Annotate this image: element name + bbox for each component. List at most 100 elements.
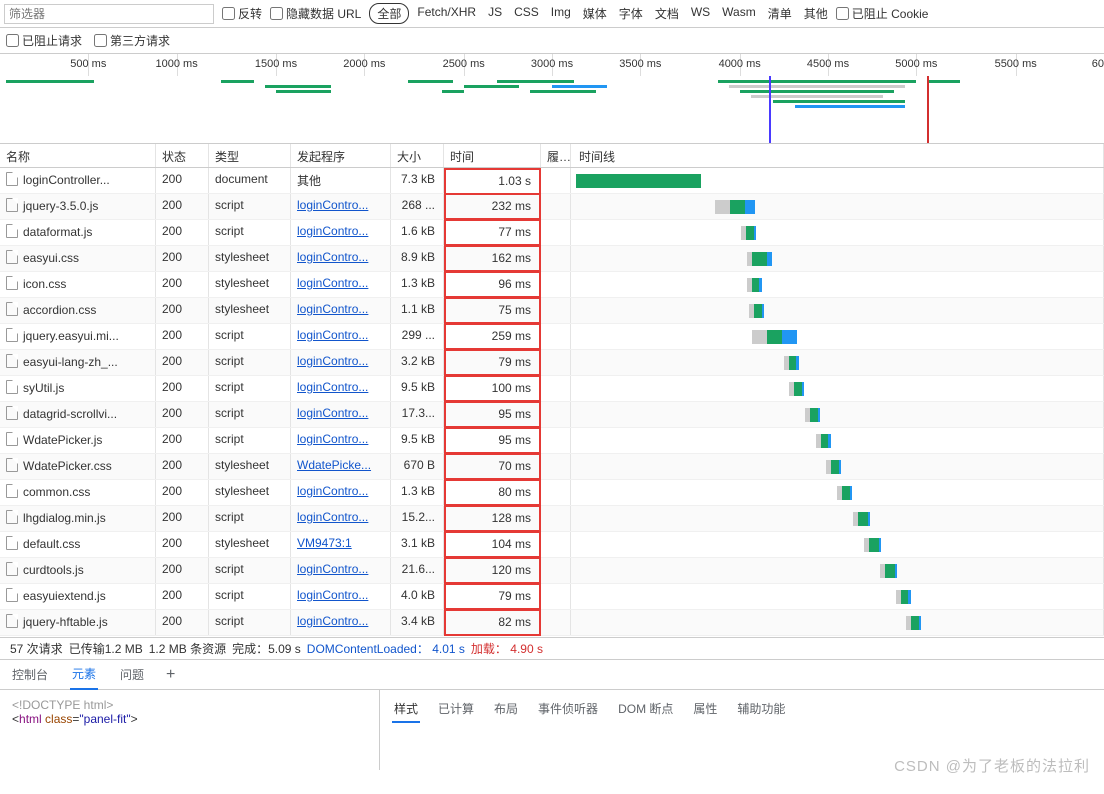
waterfall-bar	[576, 174, 701, 188]
table-row[interactable]: syUtil.js200scriptloginContro...9.5 kB10…	[0, 376, 1104, 402]
cell-name: WdatePicker.css	[0, 454, 156, 479]
style-tab-3[interactable]: 事件侦听器	[536, 696, 600, 721]
cell-size: 9.5 kB	[391, 376, 444, 401]
filter-type-Fetch/XHR[interactable]: Fetch/XHR	[417, 5, 476, 22]
table-row[interactable]: loginController...200document其他7.3 kB1.0…	[0, 168, 1104, 194]
tab-issues[interactable]: 问题	[118, 660, 146, 689]
initiator-link[interactable]: loginContro...	[297, 406, 368, 420]
cell-name: icon.css	[0, 272, 156, 297]
initiator-link[interactable]: loginContro...	[297, 250, 368, 264]
hide-data-checkbox[interactable]: 隐藏数据 URL	[270, 5, 361, 22]
initiator-link[interactable]: VM9473:1	[297, 536, 352, 550]
cell-initiator: WdatePicke...	[291, 454, 391, 479]
cell-name: common.css	[0, 480, 156, 505]
file-icon	[6, 380, 18, 394]
style-tab-5[interactable]: 属性	[691, 696, 719, 721]
header-initiator[interactable]: 发起程序	[291, 144, 391, 167]
cell-wf	[541, 480, 571, 505]
cell-size: 9.5 kB	[391, 428, 444, 453]
initiator-link[interactable]: WdatePicke...	[297, 458, 371, 472]
table-row[interactable]: jquery.easyui.mi...200scriptloginContro.…	[0, 324, 1104, 350]
table-row[interactable]: WdatePicker.css200stylesheetWdatePicke..…	[0, 454, 1104, 480]
timeline-overview[interactable]: 500 ms1000 ms1500 ms2000 ms2500 ms3000 m…	[0, 54, 1104, 144]
cell-type: script	[209, 376, 291, 401]
style-tab-2[interactable]: 布局	[492, 696, 520, 721]
filter-type-其他[interactable]: 其他	[804, 5, 828, 22]
filter-type-Wasm[interactable]: Wasm	[722, 5, 756, 22]
tab-console[interactable]: 控制台	[10, 660, 50, 689]
initiator-link[interactable]: loginContro...	[297, 198, 368, 212]
filter-type-媒体[interactable]: 媒体	[583, 5, 607, 22]
cell-waterfall	[571, 532, 1104, 557]
header-size[interactable]: 大小	[391, 144, 444, 167]
filter-type-清单[interactable]: 清单	[768, 5, 792, 22]
cell-size: 1.6 kB	[391, 220, 444, 245]
third-party-checkbox[interactable]: 第三方请求	[94, 32, 170, 49]
header-time[interactable]: 时间	[444, 144, 541, 167]
grid-body[interactable]: loginController...200document其他7.3 kB1.0…	[0, 168, 1104, 637]
initiator-link[interactable]: loginContro...	[297, 276, 368, 290]
initiator-link[interactable]: loginContro...	[297, 354, 368, 368]
header-timeline[interactable]: 时间线	[571, 144, 1104, 167]
filter-type-JS[interactable]: JS	[488, 5, 502, 22]
header-name[interactable]: 名称	[0, 144, 156, 167]
cell-waterfall	[571, 610, 1104, 635]
initiator-link[interactable]: loginContro...	[297, 224, 368, 238]
cell-time: 79 ms	[444, 349, 541, 376]
filter-type-文档[interactable]: 文档	[655, 5, 679, 22]
header-type[interactable]: 类型	[209, 144, 291, 167]
cell-size: 15.2...	[391, 506, 444, 531]
initiator-link[interactable]: loginContro...	[297, 510, 368, 524]
table-row[interactable]: lhgdialog.min.js200scriptloginContro...1…	[0, 506, 1104, 532]
filter-type-Img[interactable]: Img	[551, 5, 571, 22]
header-wf[interactable]: 履...	[541, 144, 571, 167]
table-row[interactable]: jquery-3.5.0.js200scriptloginContro...26…	[0, 194, 1104, 220]
overview-tick: 500 ms	[70, 58, 106, 70]
filter-type-字体[interactable]: 字体	[619, 5, 643, 22]
blocked-cookie-checkbox[interactable]: 已阻止 Cookie	[836, 5, 929, 22]
source-panel[interactable]: <!DOCTYPE html> <html class="panel-fit">	[0, 690, 380, 770]
filter-input[interactable]	[4, 4, 214, 24]
initiator-link[interactable]: loginContro...	[297, 588, 368, 602]
status-requests: 57 次请求	[10, 640, 63, 657]
style-tab-4[interactable]: DOM 断点	[616, 696, 675, 721]
initiator-link[interactable]: loginContro...	[297, 562, 368, 576]
cell-waterfall	[571, 428, 1104, 453]
initiator-link[interactable]: loginContro...	[297, 302, 368, 316]
header-status[interactable]: 状态	[156, 144, 209, 167]
invert-checkbox[interactable]: 反转	[222, 5, 262, 22]
file-icon	[6, 328, 18, 342]
blocked-req-checkbox[interactable]: 已阻止请求	[6, 32, 82, 49]
initiator-link[interactable]: loginContro...	[297, 484, 368, 498]
filter-type-WS[interactable]: WS	[691, 5, 710, 22]
cell-initiator: loginContro...	[291, 558, 391, 583]
cell-type: script	[209, 610, 291, 635]
table-row[interactable]: default.css200stylesheetVM9473:13.1 kB10…	[0, 532, 1104, 558]
table-row[interactable]: datagrid-scrollvi...200scriptloginContro…	[0, 402, 1104, 428]
table-row[interactable]: WdatePicker.js200scriptloginContro...9.5…	[0, 428, 1104, 454]
initiator-link[interactable]: loginContro...	[297, 380, 368, 394]
initiator-link[interactable]: loginContro...	[297, 432, 368, 446]
table-row[interactable]: curdtools.js200scriptloginContro...21.6.…	[0, 558, 1104, 584]
filter-type-CSS[interactable]: CSS	[514, 5, 539, 22]
initiator-link[interactable]: loginContro...	[297, 614, 368, 628]
style-tab-1[interactable]: 已计算	[436, 696, 476, 721]
table-row[interactable]: common.css200stylesheetloginContro...1.3…	[0, 480, 1104, 506]
initiator-link[interactable]: loginContro...	[297, 328, 368, 342]
tab-elements[interactable]: 元素	[70, 659, 98, 690]
table-row[interactable]: accordion.css200stylesheetloginContro...…	[0, 298, 1104, 324]
add-tab-icon[interactable]: +	[166, 666, 175, 684]
cell-initiator: loginContro...	[291, 428, 391, 453]
table-row[interactable]: easyui.css200stylesheetloginContro...8.9…	[0, 246, 1104, 272]
style-tab-6[interactable]: 辅助功能	[735, 696, 787, 721]
style-tab-0[interactable]: 样式	[392, 696, 420, 723]
cell-status: 200	[156, 246, 209, 271]
filter-all-button[interactable]: 全部	[369, 3, 409, 24]
table-row[interactable]: easyui-lang-zh_...200scriptloginContro..…	[0, 350, 1104, 376]
table-row[interactable]: icon.css200stylesheetloginContro...1.3 k…	[0, 272, 1104, 298]
table-row[interactable]: dataformat.js200scriptloginContro...1.6 …	[0, 220, 1104, 246]
table-row[interactable]: jquery-hftable.js200scriptloginContro...…	[0, 610, 1104, 636]
table-row[interactable]: easyuiextend.js200scriptloginContro...4.…	[0, 584, 1104, 610]
overview-tick: 1000 ms	[156, 58, 198, 70]
cell-initiator: loginContro...	[291, 324, 391, 349]
